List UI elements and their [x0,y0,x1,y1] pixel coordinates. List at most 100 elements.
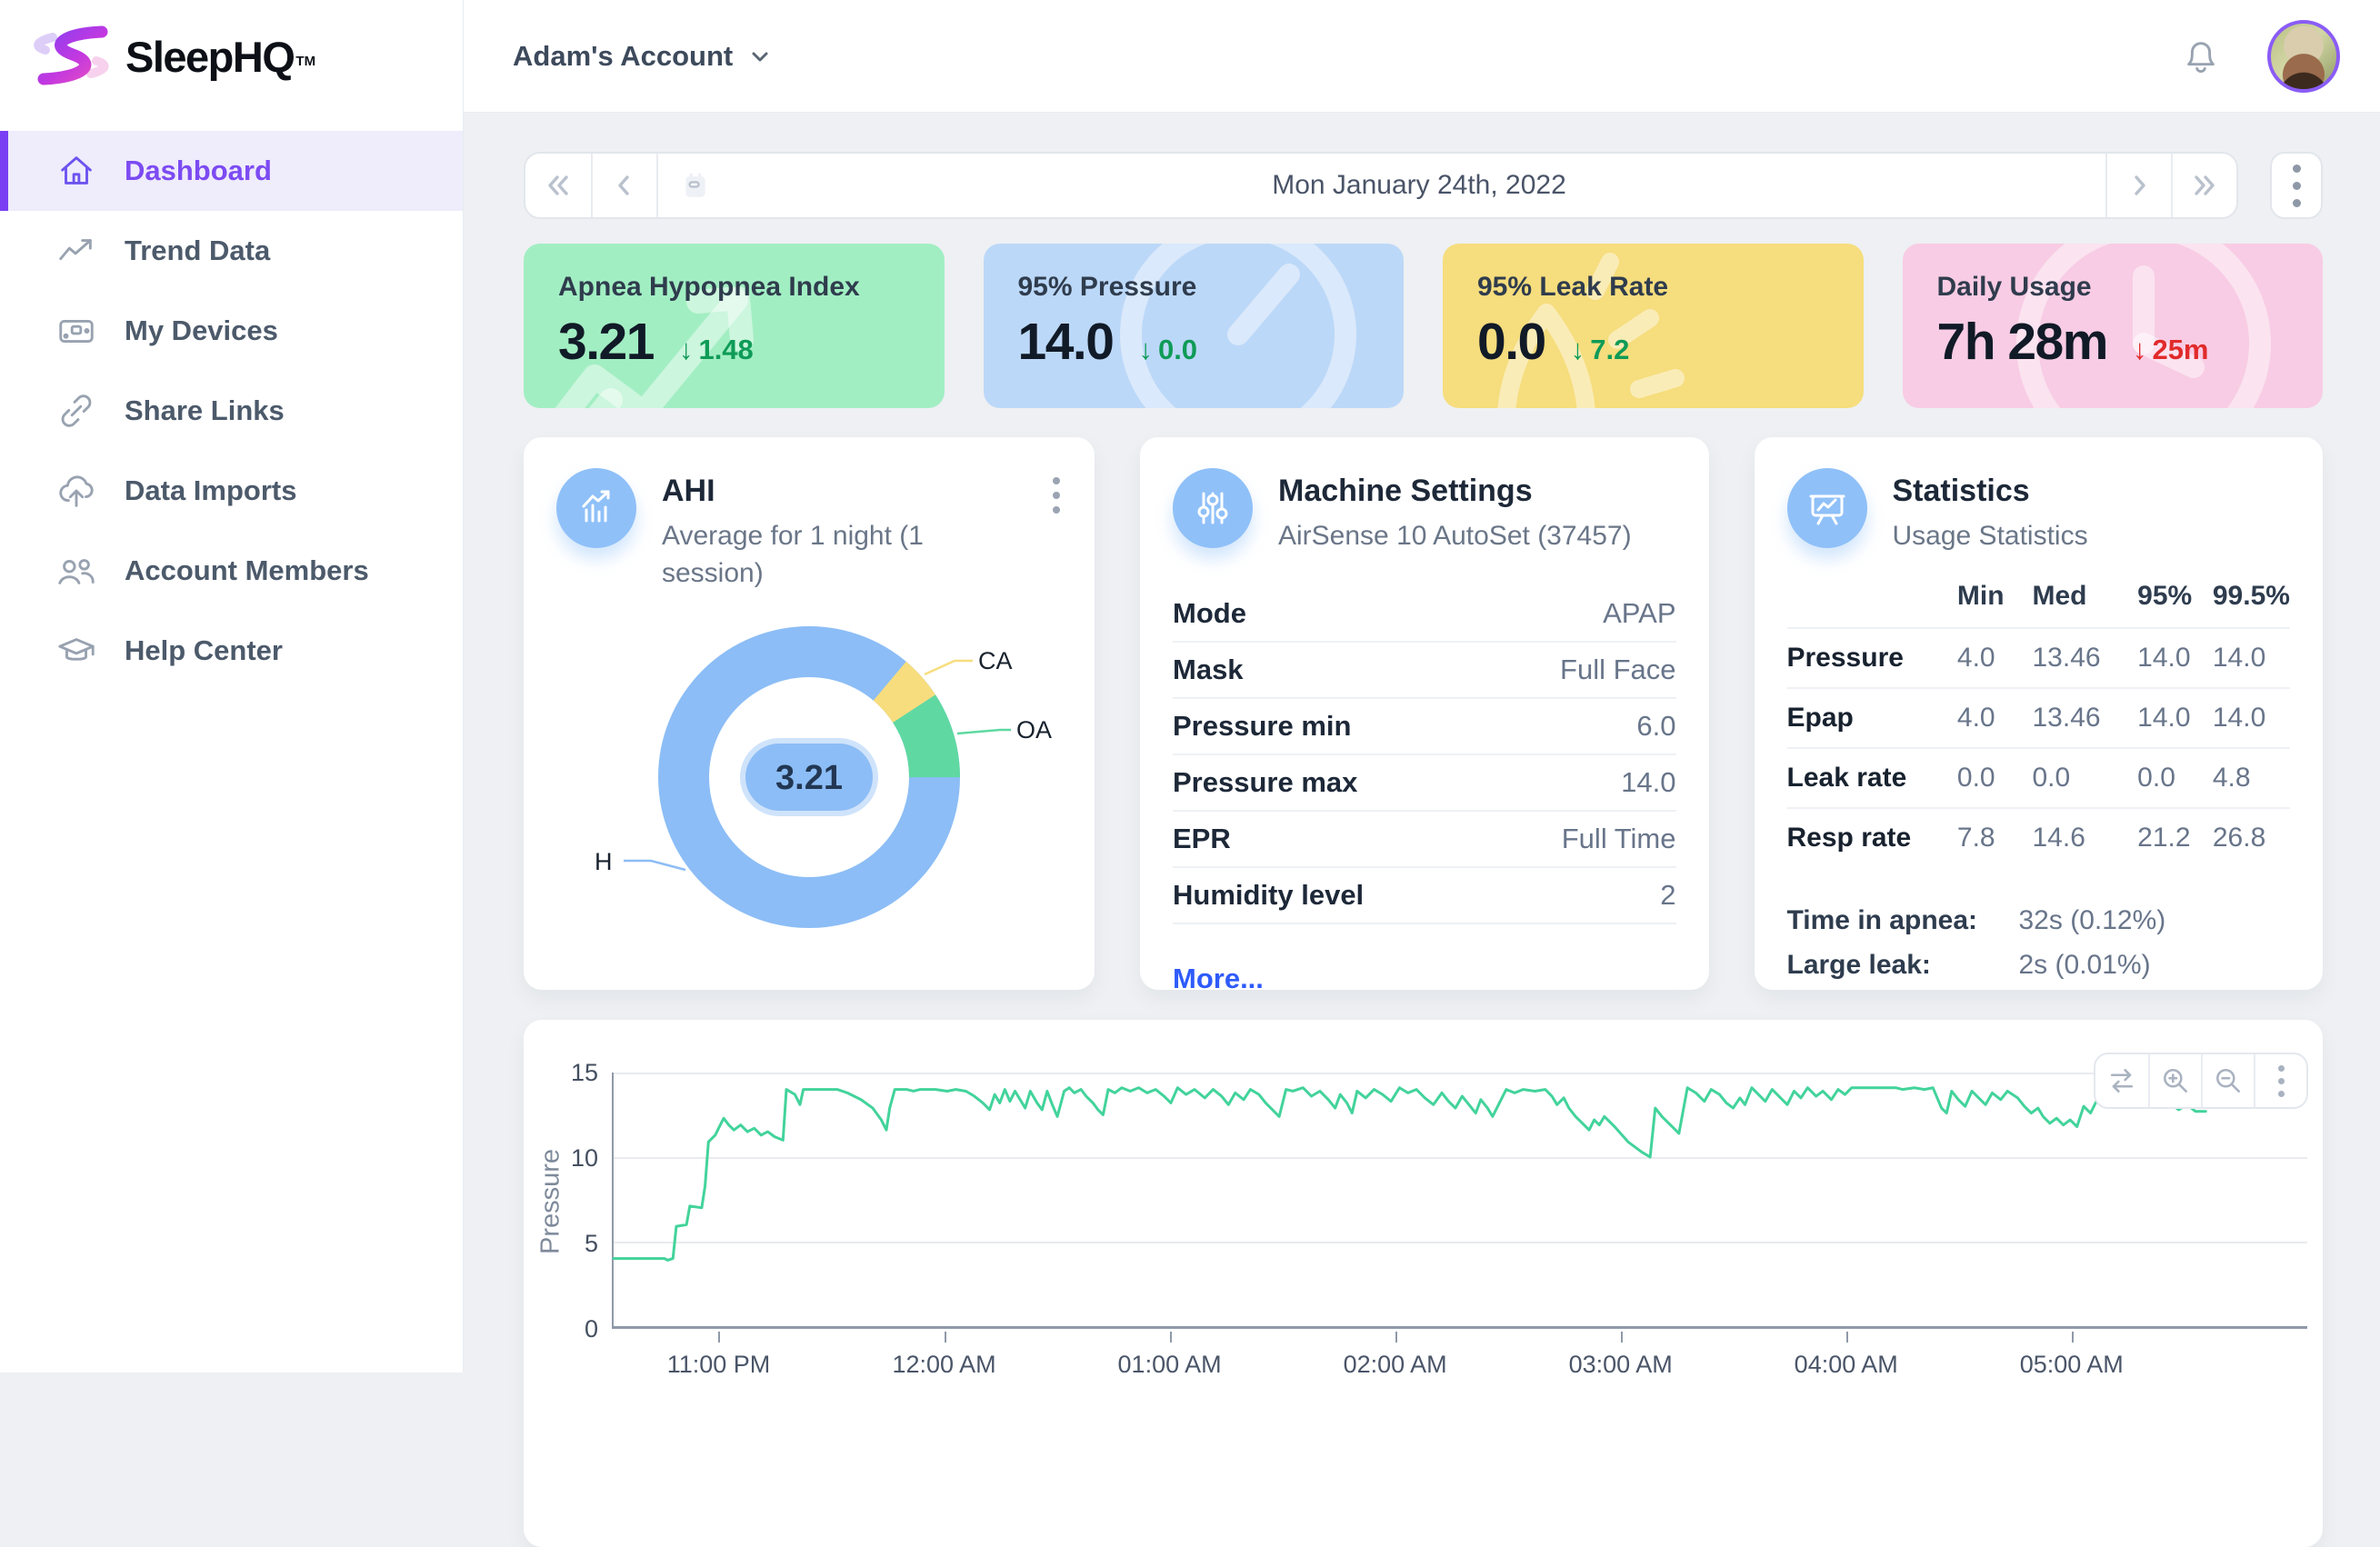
x-tick-label: 02:00 AM [1344,1351,1447,1379]
avatar[interactable] [2267,20,2340,93]
machine-row: ModeAPAP [1173,586,1676,643]
ahi-card-titles: AHI Average for 1 night (1 session) [662,468,1007,592]
table-header-row: Min Med 95% 99.5% [1787,581,2291,628]
machine-title: Machine Settings [1278,468,1632,509]
machine-row: Pressure max14.0 [1173,755,1676,812]
date-navigator: Mon January 24th, 2022 [524,152,2238,219]
notifications-button[interactable] [2180,35,2222,77]
stat-card-delta: ↓1.48 [679,334,754,366]
y-tick-label: 5 [585,1230,598,1258]
stat-card-ahi: Apnea Hypopnea Index 3.21 ↓1.48 [524,244,945,408]
sidebar-item-share-links[interactable]: Share Links [0,371,463,451]
calendar-button[interactable] [656,154,733,217]
chart-menu-button[interactable] [2254,1054,2306,1107]
cloud-upload-icon [55,470,97,512]
sidebar-item-help-center[interactable]: Help Center [0,611,463,691]
sleephq-dashboard: { "app": { "name": "SleepHQ", "tm": "TM"… [0,0,2380,1372]
next-day-button[interactable] [2105,154,2171,217]
transfer-arrows-icon [2105,1064,2138,1097]
stat-card-delta: ↓7.2 [1571,334,1630,366]
users-icon [55,550,97,592]
date-menu-button[interactable] [2270,152,2323,219]
pressure-plot-area[interactable] [612,1073,2307,1329]
home-icon [55,150,97,192]
table-row: Leak rate 0.00.00.04.8 [1787,748,2291,808]
sidebar-item-label: Help Center [125,634,283,667]
x-tick-mark [2072,1332,2074,1342]
machine-subtitle: AirSense 10 AutoSet (37457) [1278,518,1632,555]
sidebar-item-dashboard[interactable]: Dashboard [0,131,463,211]
machine-settings-card: Machine Settings AirSense 10 AutoSet (37… [1140,437,1709,990]
chevron-right-icon [2124,170,2155,201]
kebab-icon [1053,477,1060,484]
kebab-icon [2293,165,2301,173]
x-tick-mark [945,1332,946,1342]
zoom-in-icon [2159,1064,2192,1097]
stat-card-pressure: 95% Pressure 14.0 ↓0.0 [984,244,1405,408]
stat-card-value: 0.0 [1477,312,1545,372]
stat-card-title: 95% Pressure [1018,272,1405,303]
x-tick-label: 03:00 AM [1569,1351,1673,1379]
donut-leader-h [624,861,685,870]
account-switcher[interactable]: Adam's Account [513,40,773,73]
chevron-down-icon [747,44,773,69]
date-toolbar: Mon January 24th, 2022 [524,152,2323,219]
panels-row: AHI Average for 1 night (1 session) CAOA… [524,437,2323,990]
y-tick-label: 10 [571,1144,598,1173]
ahi-menu-button[interactable] [1045,470,1067,521]
stat-card-title: Apnea Hypopnea Index [558,272,945,303]
machine-card-titles: Machine Settings AirSense 10 AutoSet (37… [1278,468,1632,555]
y-tick-label: 15 [571,1059,598,1087]
stat-card-delta: ↓25m [2133,334,2209,366]
arrow-down-icon: ↓ [2133,334,2147,366]
chevrons-right-icon [2189,170,2220,201]
donut-center-label: 3.21 [775,759,843,797]
pressure-series-line [614,1088,2205,1261]
chevrons-left-icon [543,170,574,201]
skip-forward-button[interactable] [2171,154,2236,217]
zoom-out-button[interactable] [2201,1054,2254,1107]
ahi-card: AHI Average for 1 night (1 session) CAOA… [524,437,1095,990]
stat-card-title: 95% Leak Rate [1477,272,1864,303]
pan-reset-button[interactable] [2095,1054,2148,1107]
logo-wordmark: SleepHQTM [125,32,315,82]
device-icon [55,310,97,352]
more-link[interactable]: More... [1173,963,1264,995]
previous-day-button[interactable] [591,154,656,217]
stat-card-title: Daily Usage [1937,272,2324,303]
sidebar-item-data-imports[interactable]: Data Imports [0,451,463,531]
chevron-left-icon [609,170,640,201]
main-content: Mon January 24th, 2022 Apnea Hypopnea In… [464,113,2380,1372]
skip-back-button[interactable] [525,154,591,217]
sliders-icon [1173,468,1253,548]
sidebar-item-label: Share Links [125,394,285,427]
column-header: Min [1957,581,2033,628]
sidebar-item-trend-data[interactable]: Trend Data [0,211,463,291]
link-icon [55,390,97,432]
x-axis-ticks [612,1332,2307,1342]
sidebar-item-label: My Devices [125,314,278,347]
donut-chart: CAOAH3.21 [556,597,1062,979]
statistics-title: Statistics [1893,468,2088,509]
donut-leader-ca [925,661,973,674]
stat-card-value: 7h 28m [1937,312,2107,372]
stat-card-daily-usage: Daily Usage 7h 28m ↓25m [1903,244,2324,408]
donut-segment-oa [915,709,935,777]
x-tick-label: 11:00 PM [667,1351,771,1379]
sleephq-logo[interactable]: SleepHQTM [0,0,463,91]
donut-leader-oa [957,730,1011,734]
sidebar-item-label: Trend Data [125,235,270,267]
statistics-card: Statistics Usage Statistics Min Med 95% … [1755,437,2324,990]
ahi-card-header: AHI Average for 1 night (1 session) [556,468,1062,592]
zoom-in-button[interactable] [2148,1054,2201,1107]
donut-label-ca: CA [978,647,1013,674]
ahi-title: AHI [662,468,1007,509]
logo-swirl-icon [25,22,116,91]
sidebar-item-account-members[interactable]: Account Members [0,531,463,611]
column-header: Med [2032,581,2137,628]
sidebar-item-label: Account Members [125,554,369,587]
sidebar-item-my-devices[interactable]: My Devices [0,291,463,371]
stat-card-value: 14.0 [1018,312,1114,372]
machine-row: EPRFull Time [1173,812,1676,868]
pressure-line-chart [614,1073,2307,1326]
